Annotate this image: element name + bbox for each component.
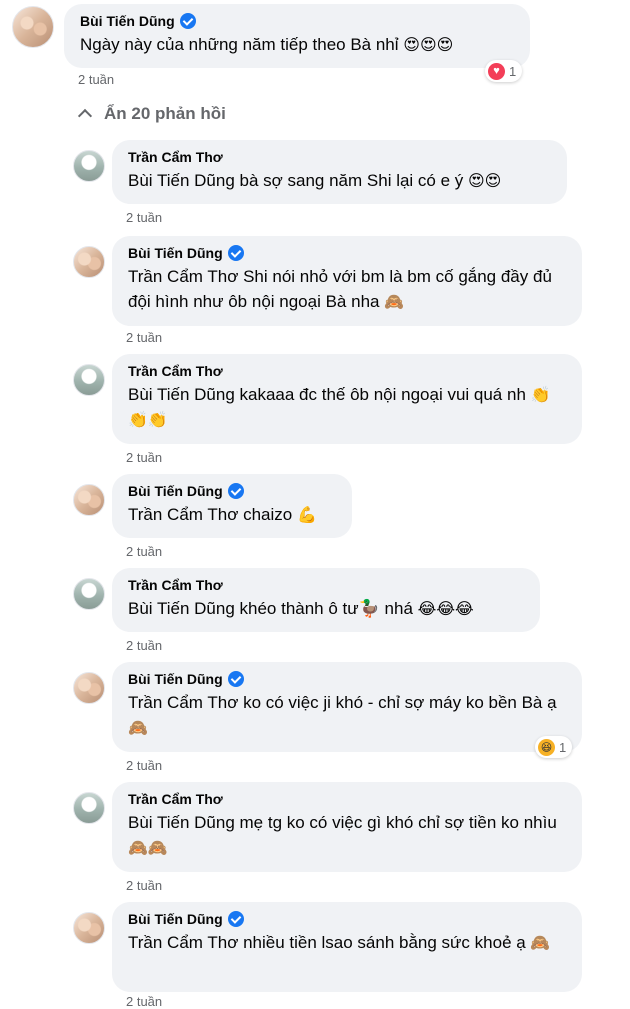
author-name[interactable]: Trần Cẩm Thơ: [128, 790, 223, 808]
avatar[interactable]: [73, 578, 105, 610]
comment-body: Trần Cẩm Thơ Shi nói nhỏ với bm là bm cố…: [128, 267, 552, 311]
comment-bubble: Trần Cẩm Thơ Bùi Tiến Dũng bà sợ sang năm…: [112, 140, 567, 204]
timestamp[interactable]: 2 tuần: [126, 330, 162, 345]
comment-bubble: Trần Cẩm Thơ Bùi Tiến Dũng khéo thành ô t…: [112, 568, 540, 632]
timestamp[interactable]: 2 tuần: [126, 758, 162, 773]
author-name[interactable]: Bùi Tiến Dũng: [128, 482, 223, 500]
emoji: 🙈: [128, 718, 148, 737]
timestamp[interactable]: 2 tuần: [78, 72, 114, 87]
author-name[interactable]: Trần Cẩm Thơ: [128, 148, 223, 166]
hide-replies-label: Ẩn 20 phản hồi: [104, 104, 226, 123]
hide-replies-button[interactable]: Ẩn 20 phản hồi: [77, 104, 226, 124]
comment-author[interactable]: Bùi Tiến Dũng: [128, 482, 336, 500]
comment-author[interactable]: Trần Cẩm Thơ: [128, 576, 524, 594]
comment-author[interactable]: Bùi Tiến Dũng: [128, 244, 566, 262]
comment-bubble: Bùi Tiến Dũng Ngày này của những năm tiế…: [64, 4, 530, 68]
emoji: 🙈🙈: [128, 838, 168, 857]
comment-text: Trần Cẩm Thơ ko có việc ji khó - chỉ sợ …: [128, 690, 566, 740]
verified-badge-icon: [227, 671, 244, 687]
comment-body: Bùi Tiến Dũng bà sợ sang năm Shi lại có …: [128, 171, 468, 190]
comment-body: Trần Cẩm Thơ chaizo: [128, 505, 297, 524]
emoji: 😍😍😍: [403, 35, 454, 54]
comment-text: Bùi Tiến Dũng mẹ tg ko có việc gì khó ch…: [128, 810, 566, 860]
verified-badge-icon: [227, 911, 244, 927]
comment-bubble: Bùi Tiến Dũng Trần Cẩm Thơ Shi nói nhỏ vớ…: [112, 236, 582, 326]
reaction-number: 1: [509, 63, 517, 79]
author-name[interactable]: Trần Cẩm Thơ: [128, 576, 223, 594]
emoji: 😂😂😂: [417, 599, 474, 618]
comment-bubble: Bùi Tiến Dũng Trần Cẩm Thơ chaizo 💪: [112, 474, 352, 538]
comment-bubble: Bùi Tiến Dũng Trần Cẩm Thơ ko có việc ji …: [112, 662, 582, 752]
timestamp[interactable]: 2 tuần: [126, 450, 162, 465]
comment-author[interactable]: Bùi Tiến Dũng: [80, 12, 514, 30]
comment-text: Bùi Tiến Dũng bà sợ sang năm Shi lại có …: [128, 168, 551, 193]
avatar[interactable]: [73, 792, 105, 824]
love-icon: ♥: [488, 62, 505, 80]
comment-body: Trần Cẩm Thơ nhiều tiền lsao sánh bằng s…: [128, 933, 531, 952]
comment-bubble: Trần Cẩm Thơ Bùi Tiến Dũng kakaaa đc thế …: [112, 354, 582, 444]
author-name[interactable]: Bùi Tiến Dũng: [128, 244, 223, 262]
comment-bubble: Bùi Tiến Dũng Trần Cẩm Thơ nhiều tiền lsa…: [112, 902, 582, 992]
comment-text: Bùi Tiến Dũng khéo thành ô tư🦆 nhá 😂😂😂: [128, 596, 524, 621]
comment-author[interactable]: Trần Cẩm Thơ: [128, 148, 551, 166]
reaction-number: 1: [559, 739, 567, 755]
verified-badge-icon: [227, 483, 244, 499]
timestamp[interactable]: 2 tuần: [126, 878, 162, 893]
comment-body: Bùi Tiến Dũng kakaaa đc thế ôb nội ngoại…: [128, 385, 531, 404]
emoji: 🙈: [530, 933, 551, 952]
comment-author[interactable]: Trần Cẩm Thơ: [128, 362, 566, 380]
comment-author[interactable]: Bùi Tiến Dũng: [128, 670, 566, 688]
avatar[interactable]: [73, 246, 105, 278]
timestamp[interactable]: 2 tuần: [126, 638, 162, 653]
avatar[interactable]: [12, 6, 54, 48]
timestamp[interactable]: 2 tuần: [126, 994, 162, 1009]
comment-body: Bùi Tiến Dũng khéo thành ô tư🦆 nhá: [128, 599, 418, 618]
verified-badge-icon: [227, 245, 244, 261]
comment-author[interactable]: Trần Cẩm Thơ: [128, 790, 566, 808]
comment-bubble: Trần Cẩm Thơ Bùi Tiến Dũng mẹ tg ko có vi…: [112, 782, 582, 872]
comment-author[interactable]: Bùi Tiến Dũng: [128, 910, 566, 928]
reaction-count[interactable]: ♥ 1: [485, 60, 523, 82]
comment-text: Trần Cẩm Thơ chaizo 💪: [128, 502, 336, 527]
comment-body: Bùi Tiến Dũng mẹ tg ko có việc gì khó ch…: [128, 813, 557, 832]
avatar[interactable]: [73, 364, 105, 396]
avatar[interactable]: [73, 912, 105, 944]
author-name[interactable]: Bùi Tiến Dũng: [128, 670, 223, 688]
emoji: 😍😍: [468, 171, 502, 190]
comment-body: Ngày này của những năm tiếp theo Bà nhỉ: [80, 35, 399, 54]
comment-text: Bùi Tiến Dũng kakaaa đc thế ôb nội ngoại…: [128, 382, 566, 432]
comment-text: Trần Cẩm Thơ Shi nói nhỏ với bm là bm cố…: [128, 264, 566, 314]
avatar[interactable]: [73, 672, 105, 704]
avatar[interactable]: [73, 150, 105, 182]
author-name[interactable]: Bùi Tiến Dũng: [128, 910, 223, 928]
comment-body: Trần Cẩm Thơ ko có việc ji khó - chỉ sợ …: [128, 693, 557, 712]
author-name[interactable]: Bùi Tiến Dũng: [80, 12, 175, 30]
timestamp[interactable]: 2 tuần: [126, 210, 162, 225]
timestamp[interactable]: 2 tuần: [126, 544, 162, 559]
haha-icon: 😆: [538, 738, 555, 756]
comment-text: Trần Cẩm Thơ nhiều tiền lsao sánh bằng s…: [128, 930, 566, 955]
reaction-count[interactable]: 😆 1: [535, 736, 573, 758]
emoji: 💪: [296, 505, 317, 524]
verified-badge-icon: [179, 13, 196, 29]
comment-text: Ngày này của những năm tiếp theo Bà nhỉ …: [80, 32, 514, 57]
avatar[interactable]: [73, 484, 105, 516]
chevron-up-icon: [77, 108, 93, 124]
author-name[interactable]: Trần Cẩm Thơ: [128, 362, 223, 380]
emoji: 🙈: [384, 292, 405, 311]
